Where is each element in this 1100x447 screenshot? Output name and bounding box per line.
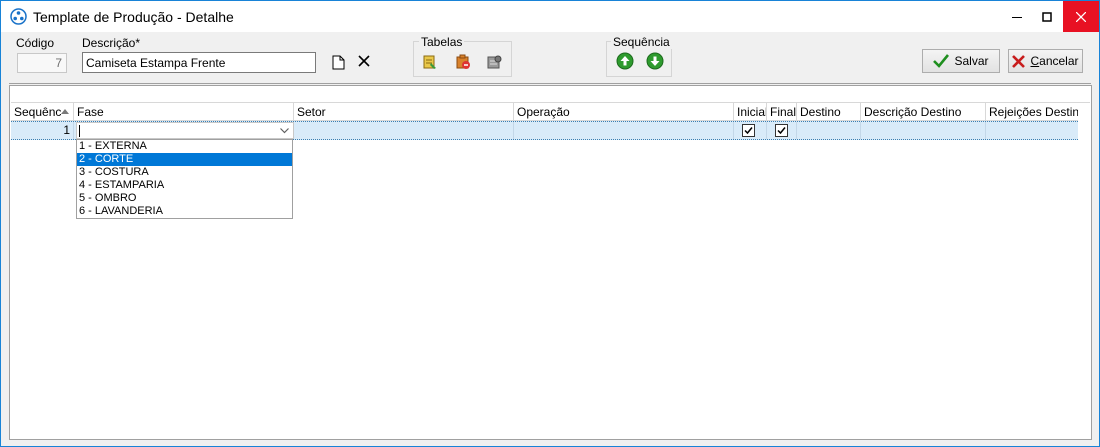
table-edit-icon[interactable] bbox=[422, 54, 438, 70]
fase-combo-editor[interactable] bbox=[76, 122, 294, 139]
column-header-final[interactable]: Final bbox=[767, 103, 797, 121]
checkmark-icon bbox=[777, 127, 786, 135]
cell-destino[interactable] bbox=[797, 122, 861, 139]
maximize-button[interactable] bbox=[1032, 1, 1062, 32]
chevron-down-icon bbox=[280, 127, 289, 133]
column-header-sequencia[interactable]: Sequênc bbox=[11, 103, 74, 121]
salvar-label: Salvar bbox=[954, 54, 989, 68]
check-icon bbox=[933, 54, 950, 68]
minimize-button[interactable] bbox=[1002, 1, 1032, 32]
codigo-field: 7 bbox=[17, 53, 67, 73]
column-header-operacao[interactable]: Operação bbox=[514, 103, 734, 121]
fase-dropdown-button[interactable] bbox=[276, 123, 293, 138]
cell-rejeicoes-destino[interactable] bbox=[986, 122, 1078, 139]
title-bar[interactable]: Template de Produção - Detalhe bbox=[1, 1, 1099, 32]
column-header-inicial[interactable]: Inicial bbox=[734, 103, 767, 121]
column-header-fase[interactable]: Fase bbox=[74, 103, 294, 121]
cell-operacao[interactable] bbox=[514, 122, 734, 139]
cell-setor[interactable] bbox=[294, 122, 514, 139]
cell-sequencia[interactable]: 1 bbox=[11, 122, 74, 139]
column-header-rejeicoes-destino[interactable]: Rejeições Destino bbox=[986, 103, 1078, 121]
cancel-x-icon bbox=[1012, 54, 1026, 68]
sequencia-title: Sequência bbox=[611, 35, 672, 49]
inicial-checkbox[interactable] bbox=[742, 124, 755, 137]
descricao-label: Descrição* bbox=[82, 36, 141, 50]
dropdown-option[interactable]: 5 - OMBRO bbox=[77, 192, 292, 205]
fase-dropdown-list: 1 - EXTERNA 2 - CORTE 3 - COSTURA 4 - ES… bbox=[76, 139, 293, 219]
dropdown-option-selected[interactable]: 2 - CORTE bbox=[77, 153, 292, 166]
clear-x-icon[interactable] bbox=[356, 53, 372, 69]
table-delete-icon[interactable] bbox=[455, 54, 471, 70]
column-header-descricao-destino[interactable]: Descrição Destino bbox=[861, 103, 986, 121]
app-logo-icon bbox=[10, 8, 27, 25]
minimize-icon bbox=[1012, 16, 1022, 18]
table-settings-icon[interactable] bbox=[486, 54, 502, 70]
grid-header: Sequênc Fase Setor Operação Inicial Fina… bbox=[11, 103, 1078, 121]
arrow-up-icon[interactable] bbox=[616, 52, 634, 70]
sort-ascending-icon bbox=[61, 109, 69, 114]
text-caret bbox=[79, 125, 80, 137]
cell-inicial[interactable] bbox=[734, 122, 767, 139]
descricao-input[interactable]: Camiseta Estampa Frente bbox=[82, 52, 316, 73]
window: Template de Produção - Detalhe Código 7 … bbox=[0, 0, 1100, 447]
arrow-down-icon[interactable] bbox=[646, 52, 664, 70]
window-title: Template de Produção - Detalhe bbox=[33, 9, 234, 25]
grid-group-panel bbox=[11, 87, 1090, 103]
codigo-label: Código bbox=[16, 36, 55, 50]
column-header-destino[interactable]: Destino bbox=[797, 103, 861, 121]
salvar-button[interactable]: Salvar bbox=[922, 49, 1000, 73]
close-icon bbox=[1076, 11, 1086, 22]
cancelar-button[interactable]: Cancelar bbox=[1008, 49, 1083, 73]
tabelas-title: Tabelas bbox=[419, 35, 465, 49]
dropdown-option[interactable]: 3 - COSTURA bbox=[77, 166, 292, 179]
new-document-icon[interactable] bbox=[330, 54, 346, 70]
checkmark-icon bbox=[744, 127, 753, 135]
separator bbox=[9, 83, 1091, 84]
cancelar-label: Cancelar bbox=[1030, 54, 1079, 68]
column-header-setor[interactable]: Setor bbox=[294, 103, 514, 121]
dropdown-option[interactable]: 6 - LAVANDERIA bbox=[77, 205, 292, 218]
final-checkbox[interactable] bbox=[775, 124, 788, 137]
maximize-icon bbox=[1042, 11, 1052, 22]
cell-descricao-destino[interactable] bbox=[861, 122, 986, 139]
dropdown-option[interactable]: 4 - ESTAMPARIA bbox=[77, 179, 292, 192]
close-button[interactable] bbox=[1063, 1, 1099, 32]
cell-final[interactable] bbox=[767, 122, 797, 139]
dropdown-option[interactable]: 1 - EXTERNA bbox=[77, 140, 292, 153]
